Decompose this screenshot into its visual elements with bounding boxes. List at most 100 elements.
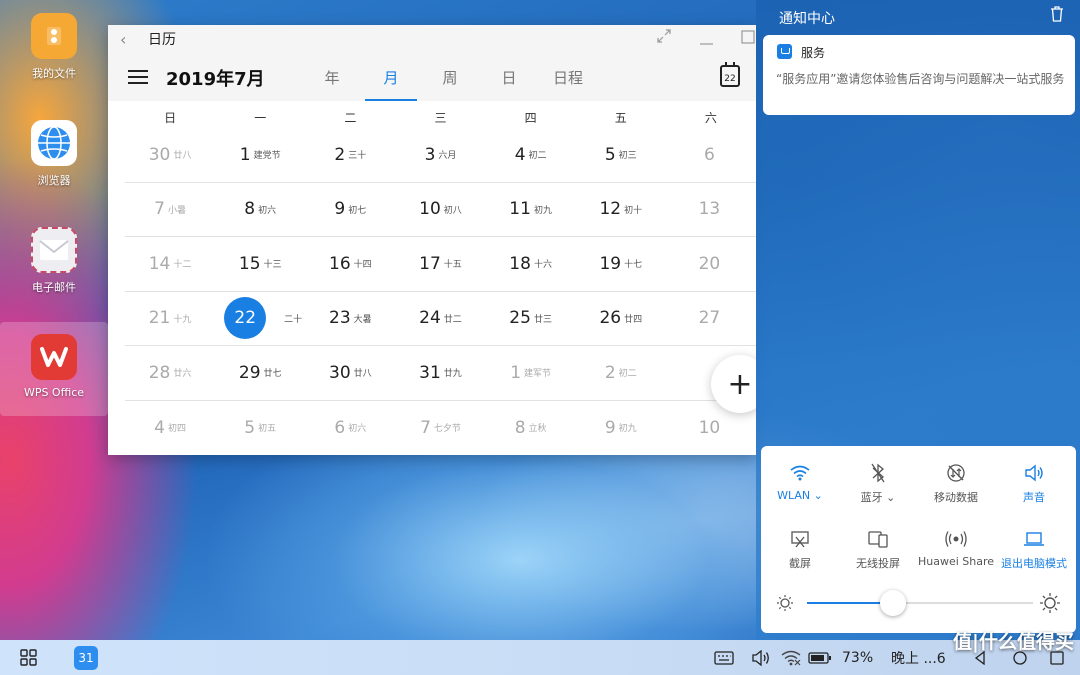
day-cell[interactable]: 7 小暑	[125, 183, 215, 237]
day-number: 13	[698, 199, 721, 220]
day-cell[interactable]: 18 十六	[486, 237, 576, 291]
day-cell[interactable]: 9 初九	[576, 401, 666, 456]
day-cell[interactable]: 30 廿八	[125, 128, 215, 182]
brightness-slider[interactable]	[807, 590, 1033, 616]
day-cell[interactable]: 4 初二	[486, 128, 576, 182]
chevron-down-icon[interactable]: ⌄	[814, 489, 823, 502]
day-cell-today[interactable]: 22 二十	[215, 292, 305, 346]
toggle-wlan[interactable]: WLAN ⌄	[761, 462, 839, 502]
lunar-date: 大暑	[353, 314, 372, 325]
day-cell[interactable]: 16 十四	[305, 237, 395, 291]
brightness-knob[interactable]	[879, 590, 906, 616]
lunar-date: 廿九	[443, 369, 462, 380]
day-cell[interactable]: 17 十五	[395, 237, 485, 291]
desktop-icon-wps[interactable]: WPS Office	[0, 322, 108, 416]
day-cell[interactable]: 10 初八	[395, 183, 485, 237]
notification-card[interactable]: 服务 “服务应用”邀请您体验售后咨询与问题解决一站式服务	[763, 35, 1075, 115]
day-cell[interactable]: 5 初三	[576, 128, 666, 182]
volume-icon[interactable]	[751, 640, 771, 675]
day-cell[interactable]: 6	[666, 128, 756, 182]
day-cell[interactable]: 8 立秋	[486, 401, 576, 456]
week-row: 14 十二 15 十三 16 十四 17 十五 18 十六 19 十七 20	[125, 237, 756, 292]
weekday-label: 三	[434, 111, 447, 125]
lunar-date: 初六	[348, 424, 367, 435]
day-cell[interactable]: 4 初四	[125, 401, 215, 456]
day-number: 7	[154, 199, 165, 220]
day-cell[interactable]: 25 廿三	[486, 292, 576, 346]
day-cell[interactable]: 5 初五	[215, 401, 305, 456]
lunar-date: 建军节	[524, 369, 552, 380]
day-number: 31	[419, 362, 441, 383]
day-number: 3	[424, 144, 436, 165]
month-label[interactable]: 2019年7月	[166, 65, 265, 91]
day-number: 2	[604, 362, 616, 383]
day-cell[interactable]: 19 十七	[576, 237, 666, 291]
tab-year[interactable]: 年	[306, 67, 358, 88]
day-cell[interactable]: 31 廿九	[395, 346, 485, 400]
day-cell[interactable]: 12 初十	[576, 183, 666, 237]
day-cell[interactable]: 23 大暑	[305, 292, 395, 346]
lunar-date: 十六	[533, 260, 552, 271]
toggle-exit-pc-mode[interactable]: 退出电脑模式	[995, 528, 1073, 571]
day-cell[interactable]: 27	[666, 292, 756, 346]
day-number: 21	[148, 308, 171, 329]
notification-message: “服务应用”邀请您体验售后咨询与问题解决一站式服务	[776, 72, 1065, 86]
day-cell[interactable]: 21 十九	[125, 292, 215, 346]
expand-icon[interactable]	[657, 29, 671, 47]
day-cell[interactable]: 29 廿七	[215, 346, 305, 400]
toggle-wireless-projection[interactable]: 无线投屏	[839, 528, 917, 571]
toggle-screenshot[interactable]: 截屏	[761, 528, 839, 571]
desktop-icon-browser[interactable]: 浏览器	[0, 120, 108, 188]
tab-day[interactable]: 日	[483, 67, 535, 88]
tab-agenda[interactable]: 日程	[542, 67, 594, 88]
day-cell[interactable]: 24 廿二	[395, 292, 485, 346]
day-cell[interactable]: 13	[666, 183, 756, 237]
day-number: 1	[239, 144, 251, 165]
toggle-huawei-share[interactable]: Huawei Share	[917, 528, 995, 568]
watermark: 值|什么值得买	[953, 627, 1074, 654]
day-cell[interactable]: 9 初七	[305, 183, 395, 237]
day-cell[interactable]: 15 十三	[215, 237, 305, 291]
week-row: 21 十九 22 二十 23 大暑 24 廿二 25 廿三 26 廿四 27	[125, 292, 756, 346]
toggle-mobile-data[interactable]: 移动数据	[917, 462, 995, 505]
day-cell[interactable]: 3 六月	[395, 128, 485, 182]
start-menu-icon[interactable]	[20, 640, 38, 675]
day-cell[interactable]: 6 初六	[305, 401, 395, 456]
day-cell[interactable]: 7 七夕节	[395, 401, 485, 456]
today-button[interactable]: 22	[720, 62, 740, 87]
tab-month[interactable]: 月	[365, 67, 417, 101]
day-cell[interactable]: 28 廿六	[125, 346, 215, 400]
desktop-icon-my-files[interactable]: 我的文件	[0, 13, 108, 81]
keyboard-icon[interactable]	[714, 640, 734, 675]
battery-icon[interactable]	[808, 640, 832, 675]
day-cell[interactable]: 8 初六	[215, 183, 305, 237]
desktop-icon-email[interactable]: 电子邮件	[0, 227, 108, 295]
day-cell[interactable]: 20	[666, 237, 756, 291]
taskbar-calendar-app[interactable]: 31	[74, 640, 98, 675]
day-cell[interactable]: 2 三十	[305, 128, 395, 182]
wifi-status-icon[interactable]	[781, 640, 801, 675]
day-cell[interactable]: 2 初二	[576, 346, 666, 400]
day-cell[interactable]: 1 建党节	[215, 128, 305, 182]
tab-week[interactable]: 周	[424, 67, 476, 88]
clock[interactable]: 晚上 ...6	[891, 640, 951, 675]
calendar-titlebar[interactable]: ‹ 日历	[108, 25, 756, 53]
day-cell[interactable]: 30 廿八	[305, 346, 395, 400]
toggle-label: 移动数据	[934, 491, 978, 504]
day-cell[interactable]: 26 廿四	[576, 292, 666, 346]
day-cell[interactable]: 11 初九	[486, 183, 576, 237]
day-number: 15	[238, 253, 261, 274]
weekday-label: 二	[344, 111, 357, 125]
day-cell[interactable]: 14 十二	[125, 237, 215, 291]
menu-icon[interactable]	[128, 70, 148, 84]
toggle-bluetooth[interactable]: 蓝牙 ⌄	[839, 462, 917, 505]
trash-icon[interactable]	[1050, 6, 1064, 22]
browser-icon	[31, 120, 77, 166]
minimize-icon[interactable]	[700, 35, 713, 50]
chevron-down-icon[interactable]: ⌄	[886, 491, 895, 504]
maximize-icon[interactable]	[741, 30, 755, 48]
back-icon[interactable]: ‹	[120, 30, 140, 49]
day-cell[interactable]: 1 建军节	[486, 346, 576, 400]
week-row: 4 初四 5 初五 6 初六 7 七夕节 8 立秋 9 初九 10	[125, 401, 756, 456]
toggle-sound[interactable]: 声音	[995, 462, 1073, 505]
